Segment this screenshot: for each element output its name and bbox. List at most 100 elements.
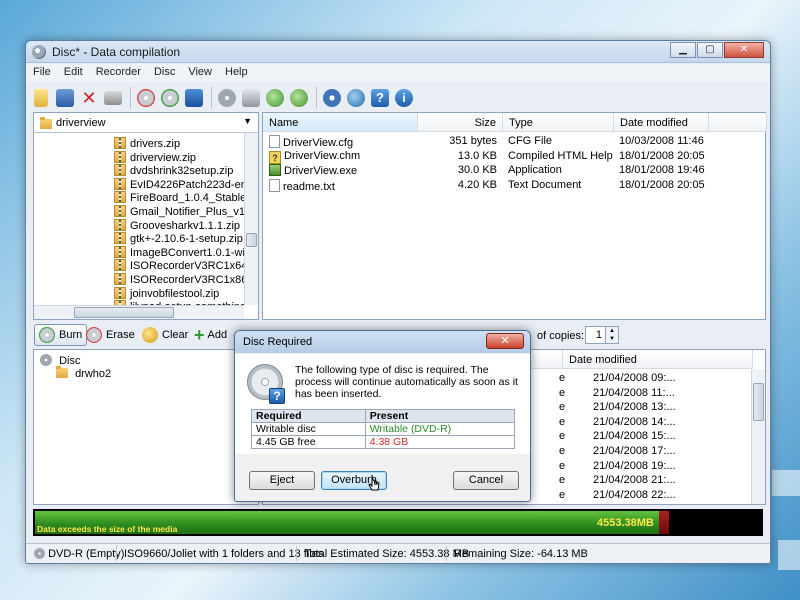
erase-disc-icon [137,89,155,107]
tree-hscrollbar[interactable] [34,305,244,319]
erase-button[interactable]: Erase [82,324,139,346]
stepper-arrows-icon[interactable]: ▲ ▼ [605,327,618,343]
file-name-label: readme.txt [283,180,335,193]
menu-help[interactable]: Help [218,64,254,78]
file-name-label: DriverView.chm [284,149,361,162]
refresh-button[interactable] [345,87,367,109]
menu-recorder[interactable]: Recorder [89,64,147,78]
scroll-thumb[interactable] [246,233,257,247]
desktop-tile [778,540,800,570]
desktop-tile [772,470,800,496]
erase-label: Erase [106,329,135,341]
status-format: ISO9660/Joliet with 1 folders and 13 fil… [124,548,324,560]
tree-item-label: Gmail_Notifier_Plus_v1.0.z [130,206,244,218]
header-required: Required [251,409,366,423]
tree-item[interactable]: driverview.zip [114,150,244,164]
tree-item[interactable]: ISORecorderV3RC1x86.zi [114,273,244,286]
delete-button[interactable]: ✕ [78,87,100,109]
minimize-button[interactable]: ▁ [670,42,696,58]
file-size: 13.0 KB [457,149,497,162]
print-button[interactable] [102,87,124,109]
capacity-value: 4553.38MB [597,517,654,529]
folder-icon [56,366,68,378]
file-type: Text Document [508,178,582,191]
table-row[interactable]: ? DriverView.chm 13.0 KB Compiled HTML Help… [263,150,765,164]
tree-item[interactable]: Gmail_Notifier_Plus_v1.0.z [114,205,244,218]
zip-file-icon [114,205,126,217]
save-button[interactable] [54,87,76,109]
maximize-button[interactable]: ▢ [697,42,723,58]
table-row[interactable]: DriverView.cfg 351 bytes CFG File 10/03/200… [263,135,765,149]
media-info-button[interactable] [240,87,262,109]
zip-file-icon [114,286,126,299]
tree-item-label: Groovesharkv1.1.1.zip [130,219,241,232]
tree-item[interactable]: FireBoard_1.0.4_Stable_C [114,191,244,204]
erase-disc-button[interactable] [135,87,157,109]
disc-folder-node[interactable]: drwho2 [56,366,112,381]
file-type: Compiled HTML Help f... [508,149,613,162]
folder-dropdown[interactable]: driverview ▼ [34,113,258,133]
copies-label: of copies: [537,330,585,342]
tree-item[interactable]: ISORecorderV3RC1x64.zi [114,259,244,272]
disc-vscrollbar[interactable] [751,369,765,504]
info-icon: i [395,89,413,107]
title-bar[interactable]: Disc* - Data compilation ▁ ▢ ✕ [26,41,770,63]
tree-item[interactable]: EvID4226Patch223d-en.z [114,177,244,191]
menu-disc[interactable]: Disc [147,64,181,78]
menu-edit[interactable]: Edit [57,64,89,78]
tree-item-label: FireBoard_1.0.4_Stable_C [130,192,244,205]
current-folder: driverview [56,117,106,129]
menu-file[interactable]: File [26,64,57,78]
clear-button[interactable]: Clear [138,324,192,346]
copies-stepper[interactable]: 1 ▲ ▼ [585,326,619,344]
zip-file-icon [114,245,126,258]
about-button[interactable]: i [393,87,415,109]
tree-item[interactable]: Groovesharkv1.1.1.zip [114,218,244,232]
close-button[interactable]: ✕ [724,42,764,58]
tree-item-label: EvID4226Patch223d-en.z [130,178,244,191]
file-name-label: DriverView.exe [284,165,358,177]
back-button[interactable] [264,87,286,109]
table-row[interactable]: DriverView.exe 30.0 KB Application 18/01/20… [263,164,765,178]
capacity-bar: Data exceeds the size of the media 4553.… [33,509,763,536]
dialog-title-bar[interactable]: Disc Required ✕ [235,331,530,353]
zip-file-icon [114,218,126,231]
tree-item[interactable]: drivers.zip [114,137,244,150]
present-value: 4.38 GB [364,435,516,449]
new-button[interactable] [30,87,52,109]
item-date: 21/04/2008 22:... [593,488,676,501]
burn-disc-button[interactable] [159,87,181,109]
disc-info-button[interactable] [183,87,205,109]
burn-button[interactable]: Burn [34,324,88,346]
column-date[interactable]: Date modified [563,350,753,369]
eject-button[interactable]: Eject [249,471,315,490]
column-size[interactable]: Size [418,113,503,132]
cancel-button[interactable]: Cancel [453,471,519,490]
forward-button[interactable] [288,87,310,109]
menu-view[interactable]: View [181,64,218,78]
scroll-thumb[interactable] [753,383,764,421]
tree-item[interactable]: dvdshrink32setup.zip [114,164,244,177]
tree-item[interactable]: ImageBConvert1.0.1-win3 [114,245,244,259]
column-name[interactable]: Name [263,113,418,132]
tree-vscrollbar[interactable] [244,133,258,305]
header-present: Present [364,409,516,423]
add-button[interactable]: + Add [190,324,231,346]
drive-info-button[interactable] [216,87,238,109]
tree-item-label: drivers.zip [130,138,181,150]
table-row[interactable]: readme.txt 4.20 KB Text Document 18/01/2008… [263,178,765,193]
dialog-title: Disc Required [243,336,313,348]
disc-icon [40,354,52,366]
toolbar-separator [316,87,317,109]
tree-item[interactable]: joinvobfilestool.zip [114,286,244,300]
folder-icon [40,117,52,129]
column-date[interactable]: Date modified [614,113,709,132]
tree-item[interactable]: gtk+-2.10.6-1-setup.zip [114,232,244,245]
help-button[interactable]: ? [369,87,391,109]
scroll-thumb[interactable] [74,307,174,318]
disc-app-icon [32,45,46,59]
dialog-close-button[interactable]: ✕ [486,333,524,349]
item-type: e [559,372,566,384]
column-type[interactable]: Type [503,113,614,132]
settings-button[interactable] [321,87,343,109]
